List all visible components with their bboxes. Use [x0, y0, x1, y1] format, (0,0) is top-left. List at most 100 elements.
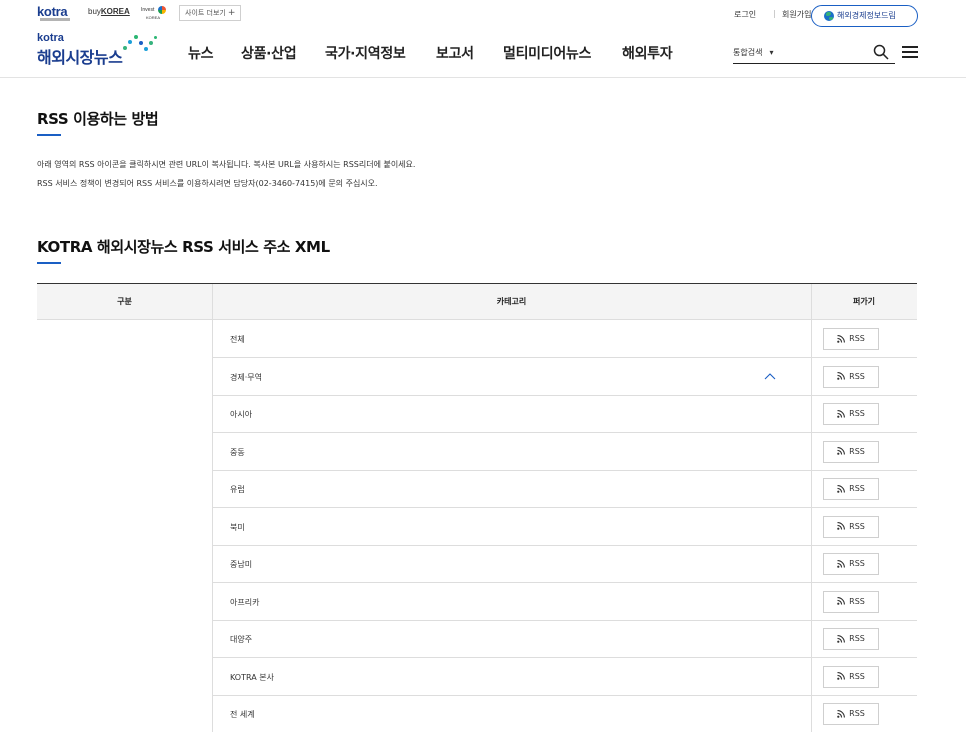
rss-button-label: RSS: [849, 484, 865, 493]
kotra-logo-text: kotra: [37, 4, 68, 19]
utility-divider: [774, 10, 775, 18]
table-row: 아시아 RSS: [212, 396, 917, 433]
search-icon[interactable]: [873, 44, 889, 60]
rss-feed-icon: [837, 672, 846, 680]
rss-feed-icon: [837, 409, 846, 418]
join-link[interactable]: 회원가입: [782, 9, 811, 20]
brand-kotra-text: kotra: [37, 32, 64, 44]
category-label: 아프리카: [230, 597, 260, 607]
rss-copy-button[interactable]: RSS: [823, 628, 879, 650]
section-title-rss-howto: RSS 이용하는 방법: [37, 110, 159, 128]
site-brand-logo[interactable]: kotra 해외시장뉴스: [37, 32, 159, 67]
rss-copy-button[interactable]: RSS: [823, 703, 879, 725]
rss-copy-button[interactable]: RSS: [823, 590, 879, 613]
investkorea-logo[interactable]: Invest KOREA: [141, 5, 167, 21]
rss-feed-icon: [837, 597, 846, 605]
rss-copy-button[interactable]: RSS: [823, 553, 879, 575]
economic-info-dream-label: 해외경제정보드림: [837, 11, 896, 20]
header-share: 퍼가기: [852, 297, 876, 306]
rss-feed-icon: [837, 522, 846, 530]
site-more-button[interactable]: 사이트 더보기 +: [179, 5, 242, 21]
category-label: KOTRA 본사: [230, 672, 274, 682]
nav-country-region[interactable]: 국가·지역정보: [325, 43, 406, 63]
category-label: 중남미: [230, 560, 253, 569]
category-label: 전 세계: [230, 710, 255, 719]
buykorea-logo[interactable]: buyKOREA: [88, 7, 130, 16]
rss-copy-button[interactable]: RSS: [823, 478, 879, 500]
header-divider: [0, 77, 966, 78]
rss-button-label: RSS: [849, 409, 865, 418]
rss-copy-button[interactable]: RSS: [823, 665, 879, 688]
rss-button-label: RSS: [849, 596, 865, 606]
table-row: 경제·무역 RSS: [212, 359, 917, 396]
rss-copy-button[interactable]: RSS: [823, 365, 879, 388]
rss-feed-icon: [837, 447, 846, 455]
table-row: KOTRA 본사 RSS: [212, 659, 917, 696]
category-label: 전체: [230, 335, 245, 344]
investkorea-logo-bottom: KOREA: [146, 15, 161, 20]
brand-dots-icon: [115, 32, 159, 56]
investkorea-emblem-icon: [158, 6, 166, 14]
buykorea-logo-prefix: buy: [88, 7, 101, 16]
kotra-logo[interactable]: kotra: [37, 4, 73, 24]
header-category: 카테고리: [496, 297, 527, 306]
section-title-underline: [37, 134, 61, 136]
rss-button-label: RSS: [849, 671, 865, 681]
kotra-logo-subline: [40, 18, 70, 21]
table-row: 전체 RSS: [212, 321, 917, 358]
table-row: 유럽 RSS: [212, 471, 917, 508]
category-label: 경제·무역: [230, 372, 262, 382]
hamburger-menu-icon[interactable]: [902, 46, 918, 59]
plus-icon: +: [227, 8, 236, 18]
chevron-up-icon[interactable]: [763, 370, 777, 384]
header-division: 구분: [117, 297, 132, 306]
table-row: 대양주 RSS: [212, 621, 917, 658]
section-title-underline: [37, 262, 61, 264]
utility-bar: kotra buyKOREA Invest KOREA 사이트 더보기 + 로그인…: [0, 0, 966, 30]
search-scope-label: 통합검색: [733, 48, 763, 57]
caret-down-icon: ▾: [769, 48, 774, 57]
rss-feed-icon: [837, 334, 846, 343]
rss-button-label: RSS: [849, 709, 865, 718]
rss-copy-button[interactable]: RSS: [823, 328, 879, 350]
section-title-rss-xml: KOTRA 해외시장뉴스 RSS 서비스 주소 XML: [37, 238, 330, 256]
search-input-underline: [733, 63, 895, 64]
rss-button-label: RSS: [849, 334, 865, 343]
rss-copy-button[interactable]: RSS: [823, 403, 879, 425]
table-row: 전 세계 RSS: [212, 696, 917, 732]
category-label: 대양주: [230, 635, 253, 644]
rss-button-label: RSS: [849, 559, 865, 568]
rss-button-label: RSS: [849, 371, 865, 381]
nav-multimedia-news[interactable]: 멀티미디어뉴스: [503, 43, 591, 63]
rss-copy-button[interactable]: RSS: [823, 440, 879, 463]
table-row: 중남미 RSS: [212, 546, 917, 583]
nav-news[interactable]: 뉴스: [188, 43, 213, 63]
rss-button-label: RSS: [849, 634, 865, 643]
rss-feed-icon: [837, 559, 846, 568]
rss-button-label: RSS: [849, 521, 865, 531]
rss-feed-icon: [837, 372, 846, 380]
buykorea-logo-text: KOREA: [100, 7, 130, 16]
rss-feed-icon: [837, 709, 846, 718]
table-row: 중동 RSS: [212, 434, 917, 471]
rss-button-label: RSS: [849, 446, 865, 456]
category-label: 유럽: [230, 485, 245, 494]
rss-feed-icon: [837, 634, 846, 643]
search-scope-select[interactable]: 통합검색 ▾: [733, 47, 773, 58]
rss-copy-button[interactable]: RSS: [823, 515, 879, 538]
category-label: 북미: [230, 522, 245, 532]
category-label: 중동: [230, 447, 245, 457]
nav-reports[interactable]: 보고서: [436, 43, 474, 63]
rss-feed-icon: [837, 484, 846, 493]
site-more-label: 사이트 더보기: [185, 9, 226, 17]
login-link[interactable]: 로그인: [734, 9, 756, 20]
table-row: 북미 RSS: [212, 509, 917, 546]
economic-info-dream-button[interactable]: 해외경제정보드림: [811, 5, 918, 27]
table-header: 구분 카테고리 퍼가기: [37, 284, 917, 320]
nav-overseas-investment[interactable]: 해외투자: [622, 43, 673, 63]
nav-products-industry[interactable]: 상품·산업: [241, 43, 297, 63]
category-label: 아시아: [230, 410, 253, 419]
intro-text-line-2: RSS 서비스 정책이 변경되어 RSS 서비스를 이용하시려면 담당자(02-…: [37, 179, 378, 188]
globe-icon: [824, 11, 834, 21]
table-row: 아프리카 RSS: [212, 584, 917, 621]
